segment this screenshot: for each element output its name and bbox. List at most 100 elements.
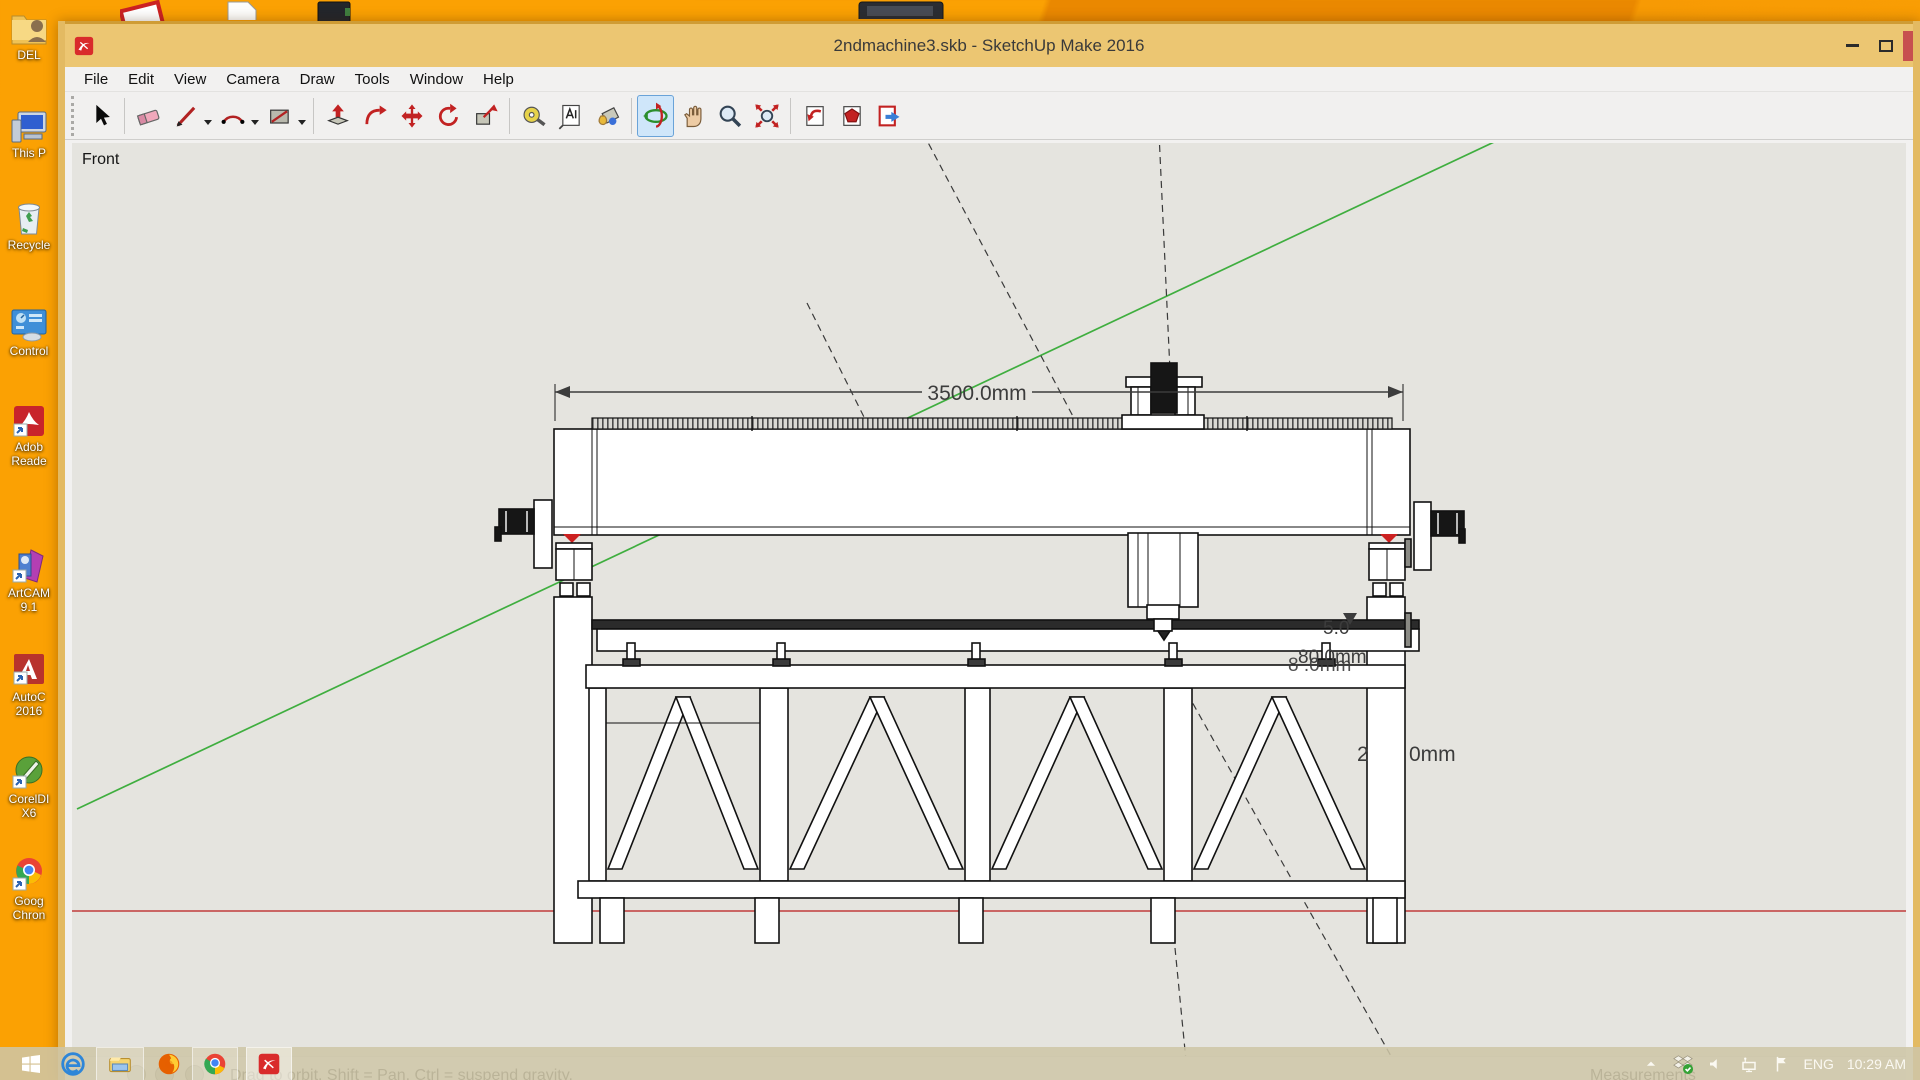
taskbar-firefox[interactable]: [154, 1050, 184, 1078]
desktop-icon-coreldraw[interactable]: CorelDI X6: [0, 754, 58, 820]
start-button[interactable]: [14, 1050, 48, 1078]
close-button[interactable]: [1903, 31, 1913, 61]
desktop-icon-artcam[interactable]: ArtCAM 9.1: [0, 548, 58, 614]
clock[interactable]: 10:29 AM: [1847, 1056, 1906, 1072]
menu-view[interactable]: View: [164, 67, 216, 92]
arc-icon: [219, 102, 247, 130]
desktop-icon-this-pc[interactable]: This P: [0, 108, 58, 160]
line-tool-dropdown-icon[interactable]: [204, 120, 212, 125]
orbit-tool-button[interactable]: [637, 95, 674, 137]
paint-bucket-tool-button[interactable]: [589, 95, 626, 137]
hidden-icons-chevron-icon[interactable]: [1643, 1057, 1659, 1071]
dimension-bed-label: 80.0mm: [1298, 647, 1367, 668]
pan-hand-icon: [679, 102, 707, 130]
desktop-icon-recycle[interactable]: Recycle: [0, 198, 58, 252]
windows-logo-icon: [19, 1052, 43, 1076]
menu-window[interactable]: Window: [400, 67, 473, 92]
construction-lines: [807, 143, 1405, 1080]
desktop: DEL This P Recycle Control: [0, 0, 60, 1080]
menu-file[interactable]: File: [74, 67, 118, 92]
desktop-icon-label: DEL: [0, 48, 58, 62]
move-tool-button[interactable]: [393, 95, 430, 137]
model-info-icon: [838, 102, 866, 130]
chrome-icon: [202, 1051, 228, 1077]
arc-tool-button[interactable]: [214, 95, 251, 137]
desktop-icon-del[interactable]: DEL: [0, 8, 58, 62]
follow-me-icon: [361, 102, 389, 130]
line-tool-button[interactable]: [167, 95, 204, 137]
zoom-tool-button[interactable]: [711, 95, 748, 137]
desktop-icon-adobe[interactable]: Adob Reade: [0, 404, 58, 468]
taskbar-sketchup[interactable]: [246, 1047, 292, 1080]
recycle-bin-icon: [9, 198, 49, 238]
desktop-icon-label2: Reade: [0, 454, 58, 468]
push-pull-tool-button[interactable]: [319, 95, 356, 137]
sketchup-window: 2ndmachine3.skb - SketchUp Make 2016 Fil…: [58, 21, 1920, 1080]
taskbar-chrome[interactable]: [192, 1047, 238, 1080]
export-icon: [875, 102, 903, 130]
follow-me-tool-button[interactable]: [356, 95, 393, 137]
chrome-icon: [9, 856, 49, 894]
menu-camera[interactable]: Camera: [216, 67, 289, 92]
dropbox-icon[interactable]: [1672, 1053, 1694, 1075]
maximize-button[interactable]: [1869, 31, 1903, 61]
desktop-icon-label: Adob: [0, 440, 58, 454]
desktop-icon-chrome[interactable]: Goog Chron: [0, 856, 58, 922]
text-a1-icon: [557, 102, 585, 130]
pan-tool-button[interactable]: [674, 95, 711, 137]
move-icon: [398, 102, 426, 130]
desktop-icon-autocad[interactable]: AutoC 2016: [0, 652, 58, 718]
eraser-tool-button[interactable]: [130, 95, 167, 137]
rotate-tool-button[interactable]: [430, 95, 467, 137]
pencil-icon: [172, 102, 200, 130]
network-icon[interactable]: [1738, 1055, 1760, 1073]
desktop-icon-control[interactable]: Control: [0, 306, 58, 358]
model-info-button[interactable]: [833, 95, 870, 137]
shapes-tool-dropdown-icon[interactable]: [298, 120, 306, 125]
export-button[interactable]: [870, 95, 907, 137]
window-controls: [1835, 24, 1913, 67]
push-pull-icon: [324, 102, 352, 130]
system-tray: ENG 10:29 AM: [1643, 1053, 1920, 1075]
action-center-flag-icon[interactable]: [1773, 1055, 1791, 1073]
select-tool-button[interactable]: [82, 95, 119, 137]
volume-icon[interactable]: [1707, 1055, 1725, 1073]
rotate-icon: [435, 102, 463, 130]
text-tool-button[interactable]: [552, 95, 589, 137]
menu-tools[interactable]: Tools: [345, 67, 400, 92]
autocad-icon: [10, 652, 48, 690]
model-scene[interactable]: 3500.0mm 5.0 8 .0mm 80.0mm 2 0mm: [72, 143, 1906, 1080]
menubar: File Edit View Camera Draw Tools Window …: [65, 67, 1913, 92]
taskbar-internet-explorer[interactable]: [58, 1050, 88, 1078]
shapes-tool-button[interactable]: [261, 95, 298, 137]
dimension-height-right-label: 0mm: [1409, 743, 1456, 766]
paint-bucket-icon: [594, 102, 622, 130]
zoom-extents-tool-button[interactable]: [748, 95, 785, 137]
menu-draw[interactable]: Draw: [290, 67, 345, 92]
zoom-magnifier-icon: [716, 102, 744, 130]
menu-help[interactable]: Help: [473, 67, 524, 92]
control-panel-icon: [8, 306, 50, 344]
arc-tool-dropdown-icon[interactable]: [251, 120, 259, 125]
previous-view-button[interactable]: [796, 95, 833, 137]
internet-explorer-icon: [60, 1051, 86, 1077]
language-indicator[interactable]: ENG: [1804, 1056, 1834, 1072]
minimize-button[interactable]: [1835, 31, 1869, 61]
tape-measure-tool-button[interactable]: [515, 95, 552, 137]
previous-view-icon: [801, 102, 829, 130]
taskbar-file-explorer[interactable]: [96, 1047, 144, 1080]
menu-edit[interactable]: Edit: [118, 67, 164, 92]
file-explorer-icon: [106, 1051, 134, 1077]
folder-user-icon: [8, 8, 50, 48]
orbit-icon: [642, 102, 670, 130]
offset-tool-button[interactable]: [467, 95, 504, 137]
window-title: 2ndmachine3.skb - SketchUp Make 2016: [65, 36, 1913, 56]
adobe-reader-icon: [10, 404, 48, 440]
viewport[interactable]: Front: [72, 143, 1906, 1080]
titlebar[interactable]: 2ndmachine3.skb - SketchUp Make 2016: [65, 21, 1913, 67]
desktop-icon-label: Goog: [0, 894, 58, 908]
zoom-extents-icon: [753, 102, 781, 130]
artcam-icon: [9, 548, 49, 586]
desktop-icon-label: Recycle: [0, 238, 58, 252]
toolbar-grip[interactable]: [71, 96, 78, 136]
